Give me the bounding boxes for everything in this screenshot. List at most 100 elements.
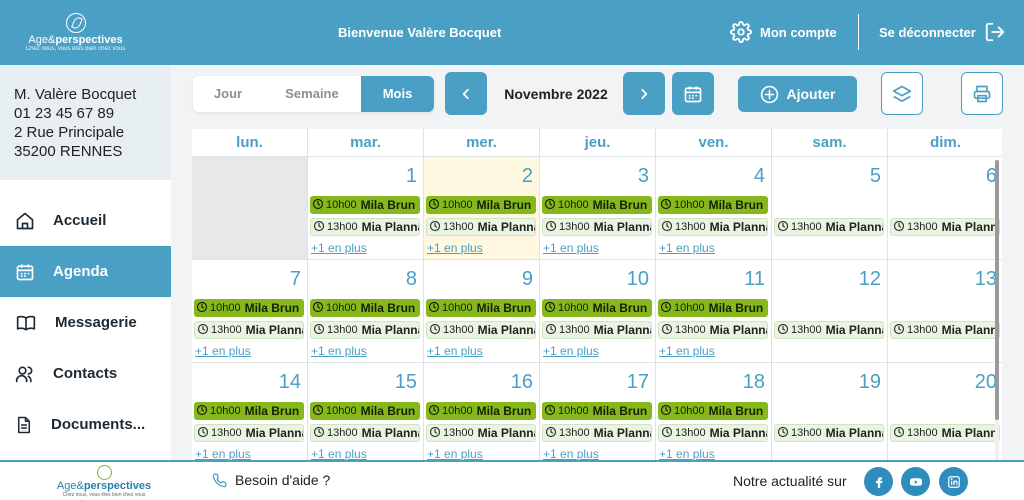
- calendar-scrollbar-thumb[interactable]: [995, 160, 999, 420]
- more-events-link[interactable]: +1 en plus: [427, 447, 483, 460]
- calendar-day-cell[interactable]: 210h00Mila Brun13h00Mia Plannat+1 en plu…: [424, 157, 540, 260]
- calendar-event[interactable]: 13h00Mia Plannat: [426, 424, 536, 442]
- calendar-day-cell[interactable]: 910h00Mila Brun13h00Mia Plannat+1 en plu…: [424, 260, 540, 363]
- calendar-day-cell[interactable]: 1710h00Mila Brun13h00Mia Plannat+1 en pl…: [540, 363, 656, 460]
- calendar-event[interactable]: 10h00 Mila Brun: [194, 299, 304, 317]
- view-month-button[interactable]: Mois: [361, 76, 434, 112]
- calendar-day-cell[interactable]: 19 13h00Mia Plannat: [772, 363, 888, 460]
- calendar-event[interactable]: 13h00Mia Plannat: [658, 424, 768, 442]
- day-number: 12: [858, 268, 881, 290]
- more-events-link[interactable]: +1 en plus: [195, 447, 251, 460]
- more-events-link[interactable]: +1 en plus: [311, 344, 367, 358]
- more-events-link[interactable]: +1 en plus: [427, 344, 483, 358]
- calendar-event[interactable]: 13h00Mia Plannat: [774, 321, 884, 339]
- calendar-event[interactable]: 13h00Mia Plannat: [542, 218, 652, 236]
- more-events-link[interactable]: +1 en plus: [543, 241, 599, 255]
- calendar-event[interactable]: 10h00 Mila Brun: [658, 299, 768, 317]
- more-events-link[interactable]: +1 en plus: [195, 344, 251, 358]
- layers-icon: [892, 85, 912, 102]
- calendar-day-cell[interactable]: 4 10h00Mila Brun 13h00Mia Plannat +1 en plu…: [656, 157, 772, 260]
- calendar-event[interactable]: 13h00Mia Plannat: [310, 321, 420, 339]
- calendar-day-cell[interactable]: 1010h00Mila Brun13h00Mia Plannat+1 en pl…: [540, 260, 656, 363]
- calendar-event[interactable]: 13h00Mia Plannat: [658, 321, 768, 339]
- calendar-event[interactable]: 10h00 Mila Brun: [310, 299, 420, 317]
- calendar-day-cell[interactable]: 1810h00Mila Brun13h00Mia Plannat+1 en pl…: [656, 363, 772, 460]
- calendar-event[interactable]: 13h00Mia Plannat: [310, 424, 420, 442]
- calendar-event[interactable]: 10h00 Mila Brun: [658, 402, 768, 420]
- calendar-day-cell[interactable]: 1410h00Mila Brun13h00Mia Plannat+1 en pl…: [192, 363, 308, 460]
- sidebar-item-agenda[interactable]: Agenda: [0, 246, 171, 297]
- calendar-day-cell[interactable]: 12 13h00Mia Plannat: [772, 260, 888, 363]
- calendar-event[interactable]: 13h00Mia Plannat: [310, 218, 420, 236]
- brand-logo[interactable]: Age&perspectives Chez nous, vous êtes bi…: [18, 13, 133, 53]
- more-events-link[interactable]: +1 en plus: [659, 344, 715, 358]
- next-month-button[interactable]: [623, 72, 665, 115]
- calendar-event[interactable]: 10h00 Mila Brun: [310, 402, 420, 420]
- calendar-event[interactable]: 10h00 Mila Brun: [310, 196, 420, 214]
- calendar-event[interactable]: 13h00Mia Plannat: [774, 424, 884, 442]
- calendar-day-cell[interactable]: 613h00Mia Plannat: [888, 157, 1002, 260]
- calendar-event[interactable]: 13h00Mia Plannat: [658, 218, 768, 236]
- view-day-button[interactable]: Jour: [193, 76, 263, 112]
- calendar-day-cell[interactable]: 20 13h00Mia Plannat: [888, 363, 1002, 460]
- layers-button[interactable]: [881, 72, 923, 115]
- calendar-day-cell[interactable]: 1510h00Mila Brun13h00Mia Plannat+1 en pl…: [308, 363, 424, 460]
- calendar-event[interactable]: 10h00 Mila Brun: [658, 196, 768, 214]
- linkedin-link[interactable]: [939, 467, 968, 496]
- calendar-event[interactable]: 10h00 Mila Brun: [426, 196, 536, 214]
- sidebar-item-messagerie[interactable]: Messagerie: [0, 297, 171, 348]
- youtube-link[interactable]: [901, 467, 930, 496]
- calendar-event[interactable]: 13h00Mia Plannat: [774, 218, 884, 236]
- date-picker-button[interactable]: [672, 72, 714, 115]
- calendar-event[interactable]: 10h00 Mila Brun: [542, 402, 652, 420]
- previous-month-button[interactable]: [445, 72, 487, 115]
- calendar-event[interactable]: 13h00Mia Plannat: [542, 424, 652, 442]
- sidebar-item-accueil[interactable]: Accueil: [0, 195, 171, 246]
- add-event-button[interactable]: Ajouter: [738, 76, 857, 112]
- calendar-event[interactable]: 13h00Mia Plannat: [194, 321, 304, 339]
- event-name: Mia Plannat: [361, 323, 419, 337]
- calendar-event[interactable]: 13h00Mia Plannat: [890, 424, 1000, 442]
- calendar-day-cell[interactable]: 810h00Mila Brun13h00Mia Plannat+1 en plu…: [308, 260, 424, 363]
- calendar-event[interactable]: 13h00Mia Plannat: [542, 321, 652, 339]
- more-events-link[interactable]: +1 en plus: [427, 241, 483, 255]
- calendar-event[interactable]: 13h00Mia Plannat: [890, 321, 1000, 339]
- calendar-day-cell[interactable]: 1110h00Mila Brun13h00Mia Plannat+1 en pl…: [656, 260, 772, 363]
- calendar-day-cell[interactable]: 13 13h00Mia Plannat: [888, 260, 1002, 363]
- more-events-link[interactable]: +1 en plus: [543, 344, 599, 358]
- calendar-day-cell[interactable]: 310h00Mila Brun13h00Mia Plannat+1 en plu…: [540, 157, 656, 260]
- social-caption: Notre actualité sur: [733, 473, 847, 489]
- print-button[interactable]: [961, 72, 1003, 115]
- calendar-event[interactable]: 10h00 Mila Brun: [542, 196, 652, 214]
- calendar-event[interactable]: 13h00Mia Plannat: [890, 218, 1000, 236]
- day-number: 4: [753, 165, 765, 187]
- clock-icon: [661, 220, 673, 235]
- more-events-link[interactable]: +1 en plus: [659, 241, 715, 255]
- calendar-event[interactable]: 10h00 Mila Brun: [426, 402, 536, 420]
- footer-brand-logo[interactable]: Age&perspectives Chez nous, vous êtes bi…: [52, 465, 156, 498]
- calendar-event[interactable]: 13h00Mia Plannat: [426, 218, 536, 236]
- sidebar-item-label: Documents...: [51, 416, 146, 433]
- account-button[interactable]: Mon compte: [730, 20, 837, 44]
- calendar-day-cell[interactable]: 110h00Mila Brun13h00Mia Plannat+1 en plu…: [308, 157, 424, 260]
- calendar-day-cell[interactable]: 710h00Mila Brun13h00Mia Plannat+1 en plu…: [192, 260, 308, 363]
- calendar-event[interactable]: 10h00 Mila Brun: [426, 299, 536, 317]
- calendar-day-cell[interactable]: 5 13h00Mia Plannat: [772, 157, 888, 260]
- more-events-link[interactable]: +1 en plus: [659, 447, 715, 460]
- help-link[interactable]: Besoin d'aide ?: [212, 472, 330, 488]
- event-time: 10h00: [674, 302, 705, 314]
- calendar-day-cell[interactable]: 1610h00Mila Brun13h00Mia Plannat+1 en pl…: [424, 363, 540, 460]
- calendar-event[interactable]: 10h00 Mila Brun: [542, 299, 652, 317]
- view-week-button[interactable]: Semaine: [263, 76, 361, 112]
- sidebar-item-documents[interactable]: Documents...: [0, 399, 171, 450]
- calendar-event[interactable]: 13h00Mia Plannat: [426, 321, 536, 339]
- more-events-link[interactable]: +1 en plus: [311, 447, 367, 460]
- facebook-link[interactable]: [864, 467, 893, 496]
- calendar-event[interactable]: 10h00 Mila Brun: [194, 402, 304, 420]
- event-time: 13h00: [907, 221, 938, 233]
- calendar-event[interactable]: 13h00Mia Plannat: [194, 424, 304, 442]
- more-events-link[interactable]: +1 en plus: [543, 447, 599, 460]
- sidebar-item-contacts[interactable]: Contacts: [0, 348, 171, 399]
- more-events-link[interactable]: +1 en plus: [311, 241, 367, 255]
- logout-button[interactable]: Se déconnecter: [879, 20, 1006, 44]
